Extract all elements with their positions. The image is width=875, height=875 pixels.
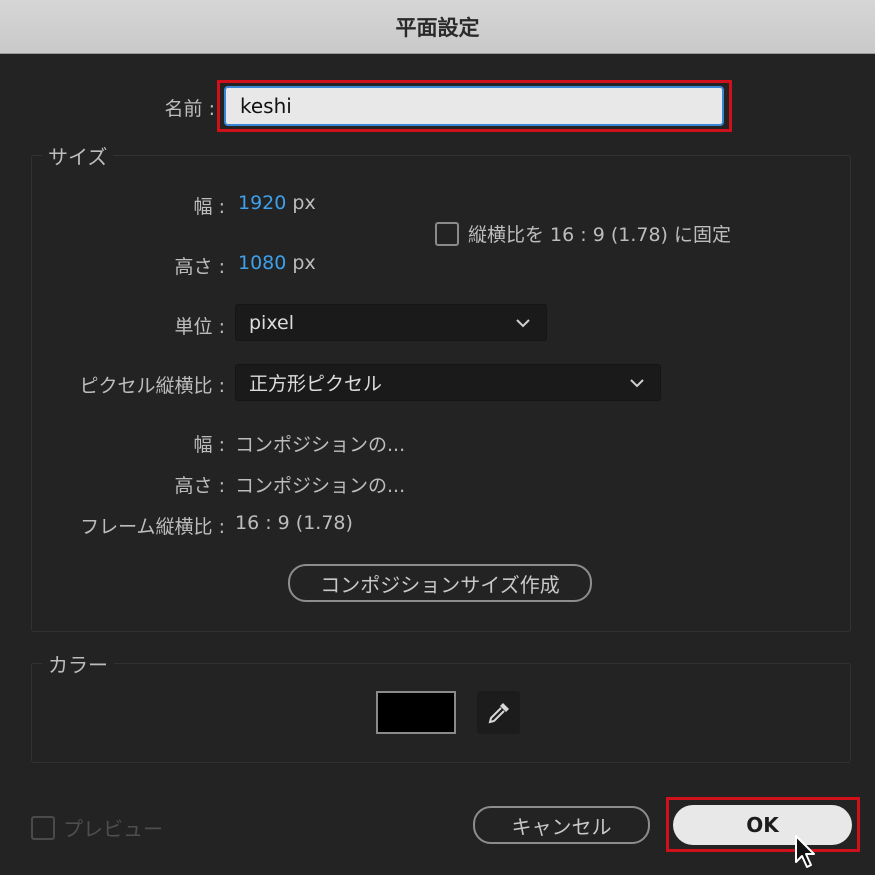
eyedropper-button[interactable] bbox=[477, 691, 520, 734]
name-input[interactable] bbox=[224, 86, 724, 126]
pixel-aspect-selected-value: 正方形ピクセル bbox=[249, 373, 383, 395]
preview-label: プレビュー bbox=[63, 817, 163, 841]
color-swatch[interactable] bbox=[376, 691, 456, 734]
height-field[interactable]: 1080 px bbox=[238, 252, 316, 274]
height-value[interactable]: 1080 bbox=[238, 252, 286, 274]
info-width-value: コンポジションの... bbox=[235, 434, 406, 456]
make-comp-size-button[interactable]: コンポジションサイズ作成 bbox=[288, 564, 592, 602]
lock-aspect-label: 縦横比を 16 : 9 (1.78) に固定 bbox=[468, 224, 731, 246]
lock-aspect-checkbox[interactable] bbox=[435, 221, 459, 246]
cancel-button-label: キャンセル bbox=[511, 814, 612, 839]
width-value[interactable]: 1920 bbox=[238, 192, 286, 214]
height-label: 高さ : bbox=[174, 256, 225, 278]
frame-aspect-value: 16 : 9 (1.78) bbox=[235, 512, 353, 534]
pixel-aspect-select[interactable]: 正方形ピクセル bbox=[235, 364, 661, 401]
chevron-down-icon bbox=[516, 318, 530, 327]
color-group-title: カラー bbox=[42, 649, 114, 678]
chevron-down-icon bbox=[630, 378, 644, 387]
make-comp-size-label: コンポジションサイズ作成 bbox=[320, 572, 560, 597]
width-unit: px bbox=[292, 192, 316, 214]
ok-button-label: OK bbox=[746, 813, 779, 837]
preview-checkbox[interactable] bbox=[31, 815, 55, 840]
ok-button[interactable]: OK bbox=[673, 805, 852, 845]
info-height-label: 高さ : bbox=[174, 475, 225, 497]
dialog-title: 平面設定 bbox=[395, 15, 480, 40]
units-select[interactable]: pixel bbox=[235, 304, 547, 341]
units-label: 単位 : bbox=[174, 316, 225, 338]
lock-aspect-option[interactable]: 縦横比を 16 : 9 (1.78) に固定 bbox=[435, 220, 731, 247]
info-width-label: 幅 : bbox=[193, 434, 225, 456]
name-label: 名前 : bbox=[164, 98, 215, 120]
mouse-cursor-icon bbox=[795, 835, 815, 868]
height-unit: px bbox=[292, 252, 316, 274]
preview-option[interactable]: プレビュー bbox=[31, 813, 163, 842]
units-selected-value: pixel bbox=[249, 311, 294, 334]
info-height-value: コンポジションの... bbox=[235, 475, 406, 497]
width-label: 幅 : bbox=[193, 196, 225, 218]
pixel-aspect-label: ピクセル縦横比 : bbox=[79, 375, 225, 397]
eyedropper-icon bbox=[488, 702, 509, 723]
size-group-title: サイズ bbox=[42, 141, 114, 170]
frame-aspect-label: フレーム縦横比 : bbox=[80, 516, 225, 538]
cancel-button[interactable]: キャンセル bbox=[473, 806, 650, 844]
width-field[interactable]: 1920 px bbox=[238, 192, 316, 214]
dialog-title-bar[interactable]: 平面設定 bbox=[0, 0, 875, 54]
